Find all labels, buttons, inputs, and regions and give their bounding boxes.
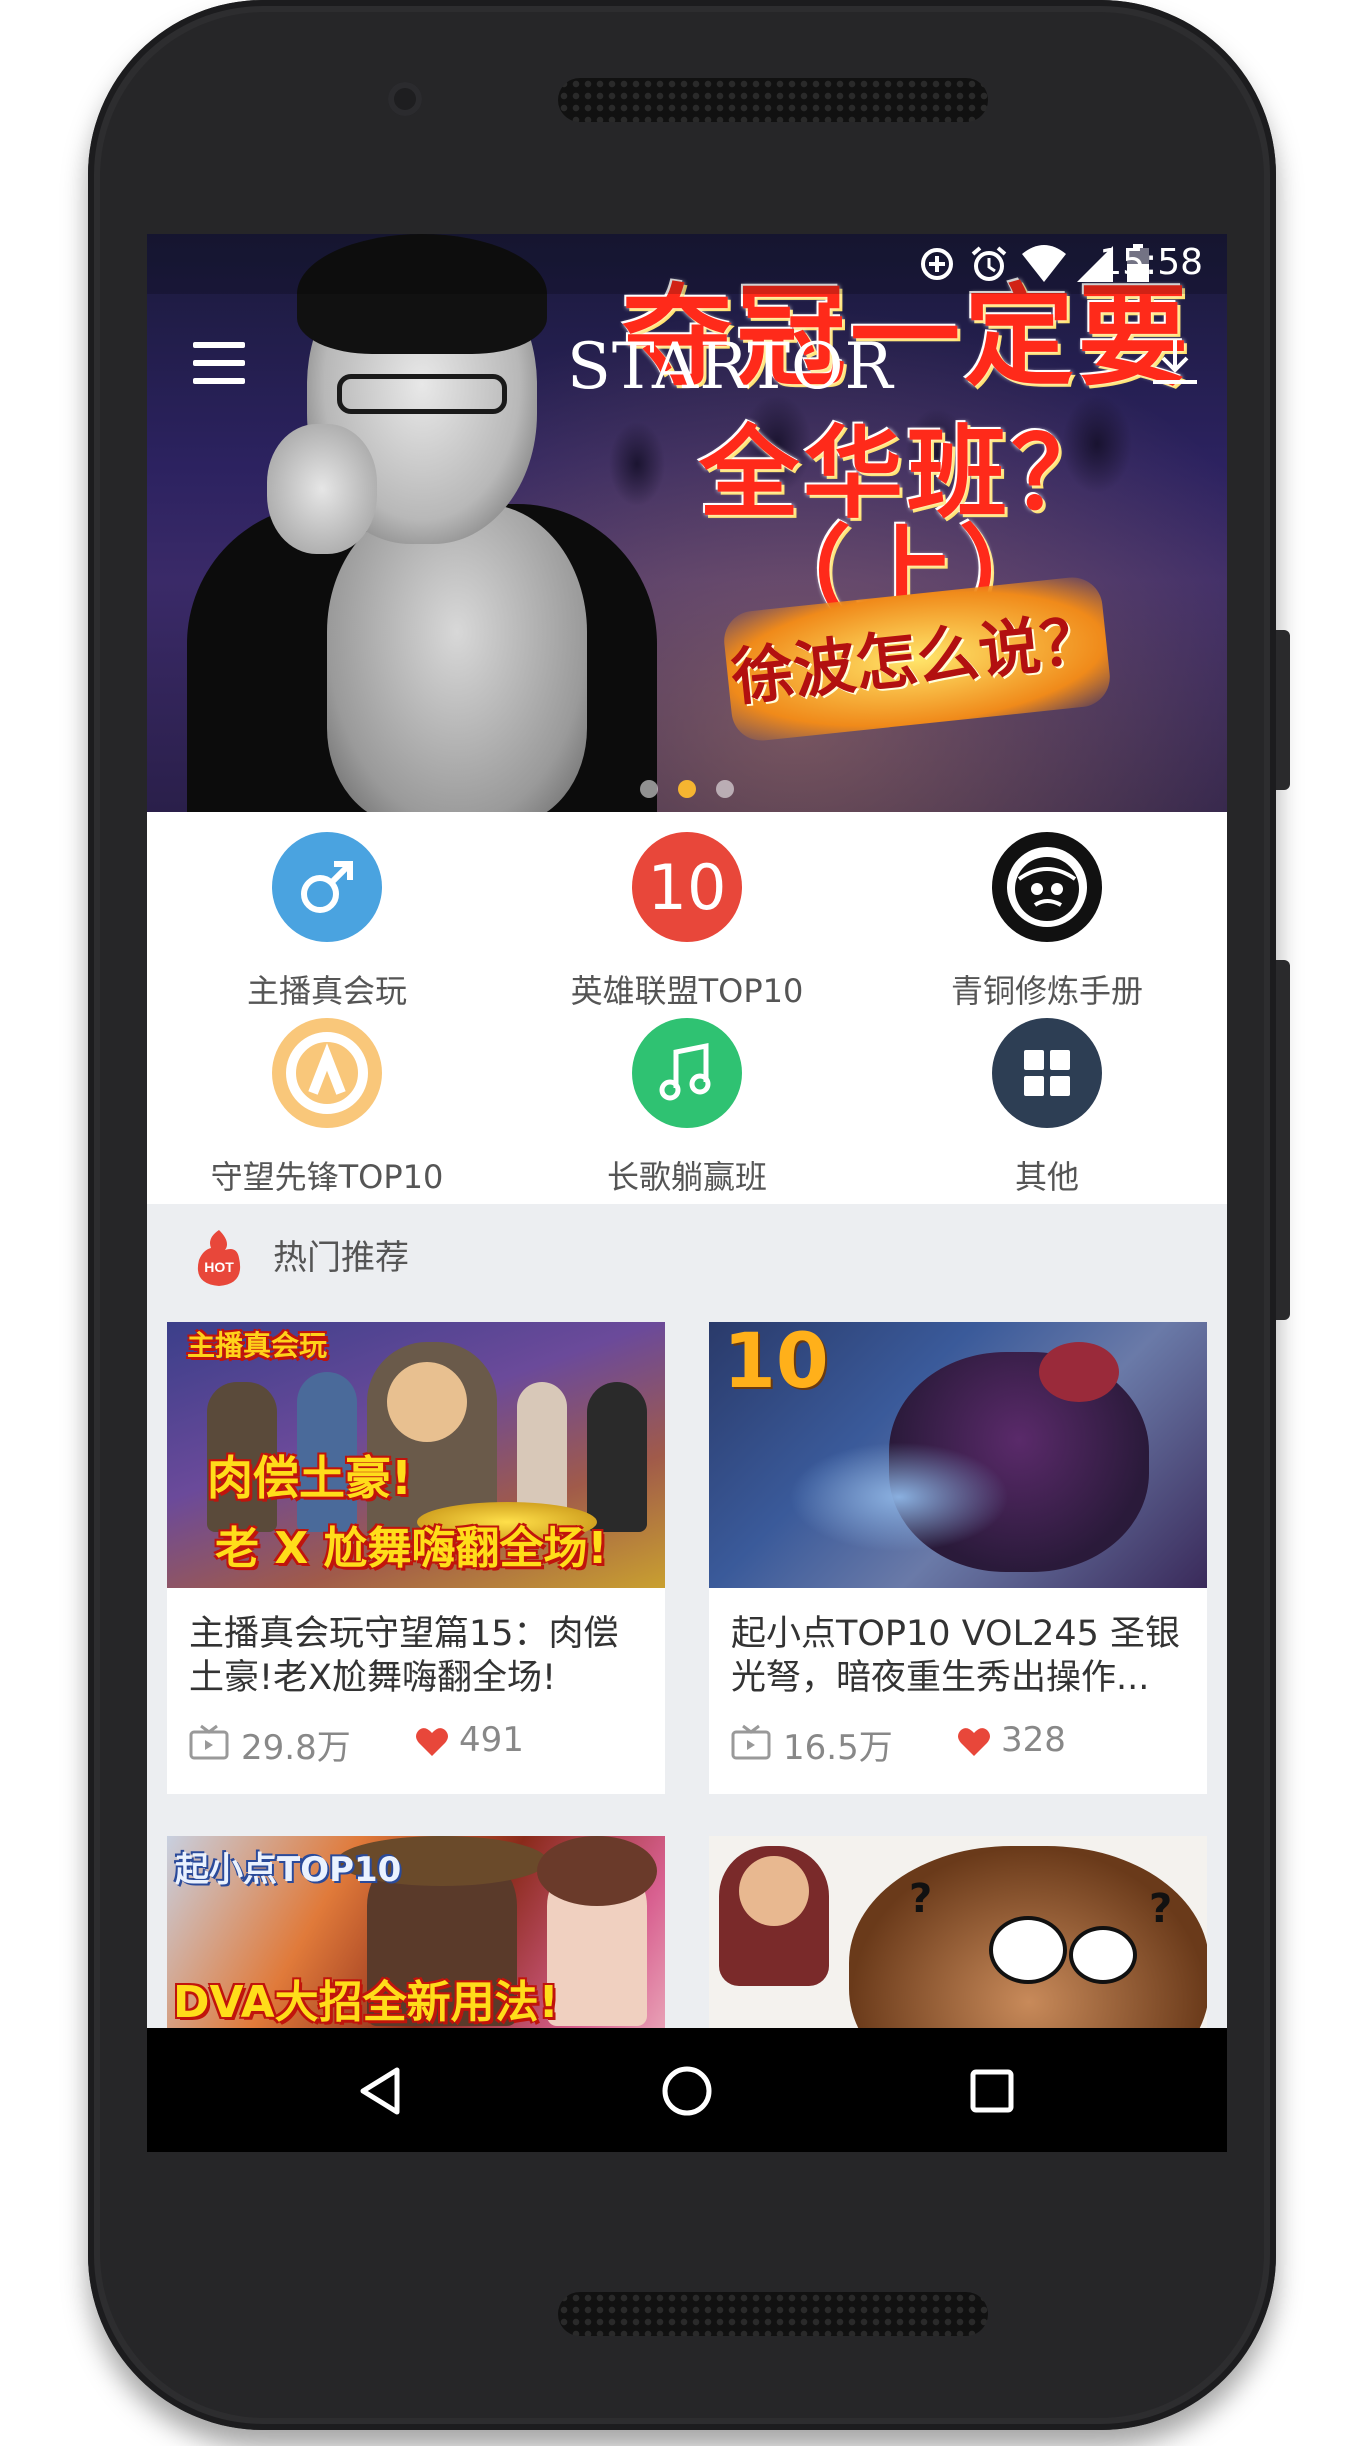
app-bar: STARTOR xyxy=(147,294,1227,434)
heart-icon[interactable] xyxy=(415,1726,449,1758)
video-card[interactable]: 10 起小点TOP10 VOL245 圣银光弩，暗夜重生秀出操作... 16.5… xyxy=(709,1322,1207,1794)
views-tv-icon xyxy=(731,1724,771,1760)
category-item[interactable]: 10 英雄联盟TOP10 xyxy=(507,832,867,1012)
back-triangle-icon[interactable] xyxy=(347,2056,417,2126)
view-count: 16.5万 xyxy=(783,1728,893,1768)
bronze-face-icon xyxy=(992,832,1102,942)
front-camera xyxy=(388,82,422,116)
category-grid: 主播真会玩 10 英雄联盟TOP10 青铜修炼手册 守望先锋TOP10 长歌躺赢… xyxy=(147,812,1227,1204)
video-title[interactable]: 主播真会玩守望篇15：肉偿土豪!老X尬舞嗨翻全场! xyxy=(189,1612,649,1700)
video-title[interactable]: 起小点TOP10 VOL245 圣银光弩，暗夜重生秀出操作... xyxy=(731,1612,1191,1700)
music-note-icon xyxy=(632,1018,742,1128)
video-meta: 29.8万 491 xyxy=(189,1718,649,1768)
carousel-dot-2[interactable] xyxy=(678,780,696,798)
recents-square-icon[interactable] xyxy=(957,2056,1027,2126)
app-logo: STARTOR xyxy=(567,330,894,404)
number-10-icon: 10 xyxy=(632,832,742,942)
grid-icon xyxy=(992,1018,1102,1128)
hot-badge-text: HOT xyxy=(204,1259,234,1275)
status-bar: 15:58 xyxy=(147,234,1227,294)
category-label: 青铜修炼手册 xyxy=(950,972,1143,1010)
power-button xyxy=(1276,630,1290,790)
wifi-icon xyxy=(1022,245,1066,282)
category-label: 主播真会玩 xyxy=(246,972,407,1010)
thumbnail-caption: 肉偿土豪! xyxy=(207,1451,412,1505)
section-title: 热门推荐 xyxy=(273,1238,409,1278)
category-item[interactable]: 长歌躺赢班 xyxy=(507,1018,867,1198)
alarm-icon xyxy=(971,246,1007,281)
carousel-dot-3[interactable] xyxy=(716,780,734,798)
hot-section-header: HOT 热门推荐 xyxy=(147,1204,1227,1304)
carousel-dots[interactable] xyxy=(147,780,1227,802)
thumbnail-caption: 10 xyxy=(723,1322,829,1405)
category-label: 英雄联盟TOP10 xyxy=(570,972,804,1010)
bottom-speaker xyxy=(558,2292,988,2336)
overwatch-icon xyxy=(272,1018,382,1128)
view-count: 29.8万 xyxy=(241,1728,351,1768)
app-screen: 夺冠一定要 全华班？（上） 徐波怎么说？ 15:58 STARTOR 主播真会玩… xyxy=(147,234,1227,2152)
data-saver-icon xyxy=(921,248,953,280)
carousel-dot-1[interactable] xyxy=(640,780,658,798)
android-nav-bar xyxy=(147,2028,1227,2152)
category-label: 长歌躺赢班 xyxy=(606,1158,767,1196)
like-count: 491 xyxy=(459,1720,524,1760)
category-item[interactable]: 主播真会玩 xyxy=(147,832,507,1012)
thumbnail-caption: DVA大招全新用法! xyxy=(173,1977,559,2028)
like-count: 328 xyxy=(1001,1720,1066,1760)
thumbnail-caption: 主播真会玩 xyxy=(187,1329,328,1362)
video-thumbnail[interactable]: 10 xyxy=(709,1322,1207,1588)
top-speaker xyxy=(558,78,988,122)
video-meta: 16.5万 328 xyxy=(731,1718,1191,1768)
thumbnail-caption: 老 X 尬舞嗨翻全场! xyxy=(215,1523,608,1574)
category-item[interactable]: 青铜修炼手册 xyxy=(867,832,1227,1012)
hot-icon: HOT xyxy=(197,1230,241,1286)
category-item[interactable]: 其他 xyxy=(867,1018,1227,1198)
views-tv-icon xyxy=(189,1724,229,1760)
category-label: 守望先锋TOP10 xyxy=(210,1158,444,1196)
video-card[interactable]: 主播真会玩 肉偿土豪! 老 X 尬舞嗨翻全场! 主播真会玩守望篇15：肉偿土豪!… xyxy=(167,1322,665,1794)
download-icon[interactable] xyxy=(1145,334,1205,394)
menu-icon[interactable] xyxy=(193,342,245,386)
category-item[interactable]: 守望先锋TOP10 xyxy=(147,1018,507,1198)
male-symbol-icon xyxy=(272,832,382,942)
video-thumbnail[interactable]: 主播真会玩 肉偿土豪! 老 X 尬舞嗨翻全场! xyxy=(167,1322,665,1588)
heart-icon[interactable] xyxy=(957,1726,991,1758)
category-label: 其他 xyxy=(1014,1158,1079,1196)
home-circle-icon[interactable] xyxy=(652,2056,722,2126)
volume-button xyxy=(1276,960,1290,1320)
thumbnail-caption: 起小点TOP10 xyxy=(175,1850,402,1890)
status-time: 15:58 xyxy=(1099,242,1203,283)
